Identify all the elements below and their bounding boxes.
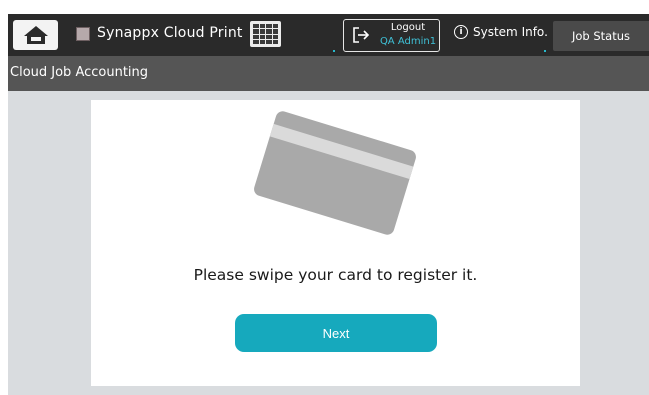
- logout-label: Logout: [390, 22, 426, 33]
- app-title[interactable]: Synappx Cloud Print: [97, 25, 243, 41]
- system-info-button[interactable]: i System Info.: [454, 25, 548, 39]
- app-icon: [76, 27, 90, 41]
- home-button[interactable]: [13, 20, 58, 50]
- screen: Synappx Cloud Print Logout QA Admin1 i S…: [8, 14, 649, 395]
- indicator-dot: [333, 50, 335, 52]
- sub-header: Cloud Job Accounting: [8, 56, 649, 91]
- card-icon: [254, 111, 416, 235]
- page-title: Cloud Job Accounting: [10, 65, 149, 80]
- logout-button[interactable]: Logout QA Admin1: [343, 19, 440, 52]
- top-bar: Synappx Cloud Print Logout QA Admin1 i S…: [8, 14, 649, 56]
- system-info-label: System Info.: [473, 25, 548, 39]
- job-status-button[interactable]: Job Status: [553, 21, 649, 51]
- swipe-card-prompt: Please swipe your card to register it.: [193, 266, 478, 284]
- next-button[interactable]: Next: [235, 314, 437, 352]
- logged-in-user: QA Admin1: [379, 36, 437, 47]
- info-icon: i: [454, 25, 468, 39]
- keyboard-icon[interactable]: [250, 21, 281, 47]
- home-icon: [23, 26, 48, 44]
- indicator-dot: [544, 50, 546, 52]
- content-panel: Please swipe your card to register it. N…: [91, 100, 580, 386]
- logout-icon: [353, 27, 370, 43]
